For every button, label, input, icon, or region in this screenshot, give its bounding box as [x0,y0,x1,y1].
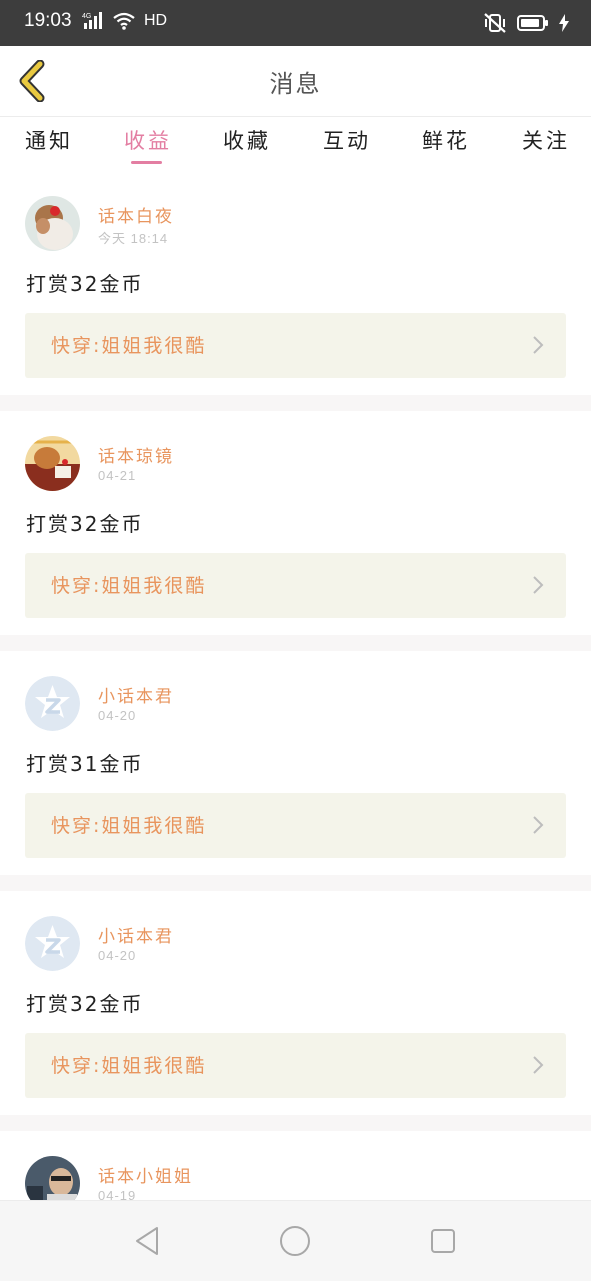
status-time: 19:03 [24,10,72,31]
list-item: 小话本君 04-20 打赏32金币 快穿:姐姐我很酷 [0,891,591,1115]
divider [0,875,591,891]
message-text: 打赏32金币 [26,272,144,296]
book-title: 快穿:姐姐我很酷 [51,815,207,837]
username[interactable]: 小话本君 [98,682,174,707]
message-text: 打赏32金币 [26,992,144,1016]
tab-bar: 通知 收益 收藏 互动 鲜花 关注 [0,117,591,167]
tab-following[interactable]: 关注 [522,125,570,155]
list-item: 小话本君 04-20 打赏31金币 快穿:姐姐我很酷 [0,651,591,875]
user-avatar-image [25,1156,80,1200]
book-link[interactable]: 快穿:姐姐我很酷 [25,793,566,858]
user-avatar-image [25,436,80,491]
message-text: 打赏31金币 [26,752,144,776]
default-avatar-icon [25,676,80,731]
avatar[interactable] [25,1156,80,1200]
chevron-right-icon [533,1056,544,1074]
wifi-icon [113,12,135,30]
user-avatar-image [25,196,80,251]
message-time: 今天 18:14 [98,231,169,246]
book-link[interactable]: 快穿:姐姐我很酷 [25,1033,566,1098]
default-avatar-icon [25,916,80,971]
mute-vibrate-icon [484,13,506,33]
book-title: 快穿:姐姐我很酷 [51,575,207,597]
divider [0,395,591,411]
charging-icon [559,14,569,32]
message-list[interactable]: 话本白夜 今天 18:14 打赏32金币 快穿:姐姐我很酷 话本琼镜 04-21… [0,168,591,1200]
tab-notifications[interactable]: 通知 [25,125,73,155]
page-title: 消息 [269,70,322,98]
system-nav-bar [0,1200,591,1281]
username[interactable]: 话本白夜 [98,202,174,227]
status-right-group [483,12,569,34]
header: 消息 [0,46,591,117]
square-recents-icon[interactable] [429,1225,457,1257]
tab-flowers[interactable]: 鲜花 [422,125,470,155]
avatar[interactable] [25,916,80,971]
username[interactable]: 话本琼镜 [98,442,174,467]
network-type-label: 4G [82,13,91,20]
status-network-group: 4G HD [82,11,167,31]
tab-earnings[interactable]: 收益 [124,125,172,155]
message-time: 04-20 [98,708,137,723]
tab-interactions[interactable]: 互动 [323,125,371,155]
avatar[interactable] [25,676,80,731]
message-time: 04-19 [98,1188,137,1200]
battery-icon [517,15,548,31]
avatar[interactable] [25,196,80,251]
list-item: 话本小姐姐 04-19 [0,1131,591,1200]
circle-home-icon[interactable] [279,1225,311,1257]
book-title: 快穿:姐姐我很酷 [51,1055,207,1077]
status-bar: 19:03 4G HD [0,0,591,46]
triangle-back-icon[interactable] [133,1225,161,1257]
list-item: 话本琼镜 04-21 打赏32金币 快穿:姐姐我很酷 [0,411,591,635]
divider [0,635,591,651]
book-title: 快穿:姐姐我很酷 [51,335,207,357]
avatar[interactable] [25,436,80,491]
book-link[interactable]: 快穿:姐姐我很酷 [25,553,566,618]
book-link[interactable]: 快穿:姐姐我很酷 [25,313,566,378]
username[interactable]: 话本小姐姐 [98,1162,193,1187]
chevron-right-icon [533,336,544,354]
signal-icon: 4G [82,12,102,29]
tab-favorites[interactable]: 收藏 [223,125,271,155]
divider [0,1115,591,1131]
chevron-right-icon [533,576,544,594]
message-text: 打赏32金币 [26,512,144,536]
list-item: 话本白夜 今天 18:14 打赏32金币 快穿:姐姐我很酷 [0,168,591,395]
message-time: 04-21 [98,468,137,483]
hd-label: HD [144,12,168,29]
chevron-right-icon [533,816,544,834]
message-time: 04-20 [98,948,137,963]
active-tab-indicator [131,161,162,164]
username[interactable]: 小话本君 [98,922,174,947]
